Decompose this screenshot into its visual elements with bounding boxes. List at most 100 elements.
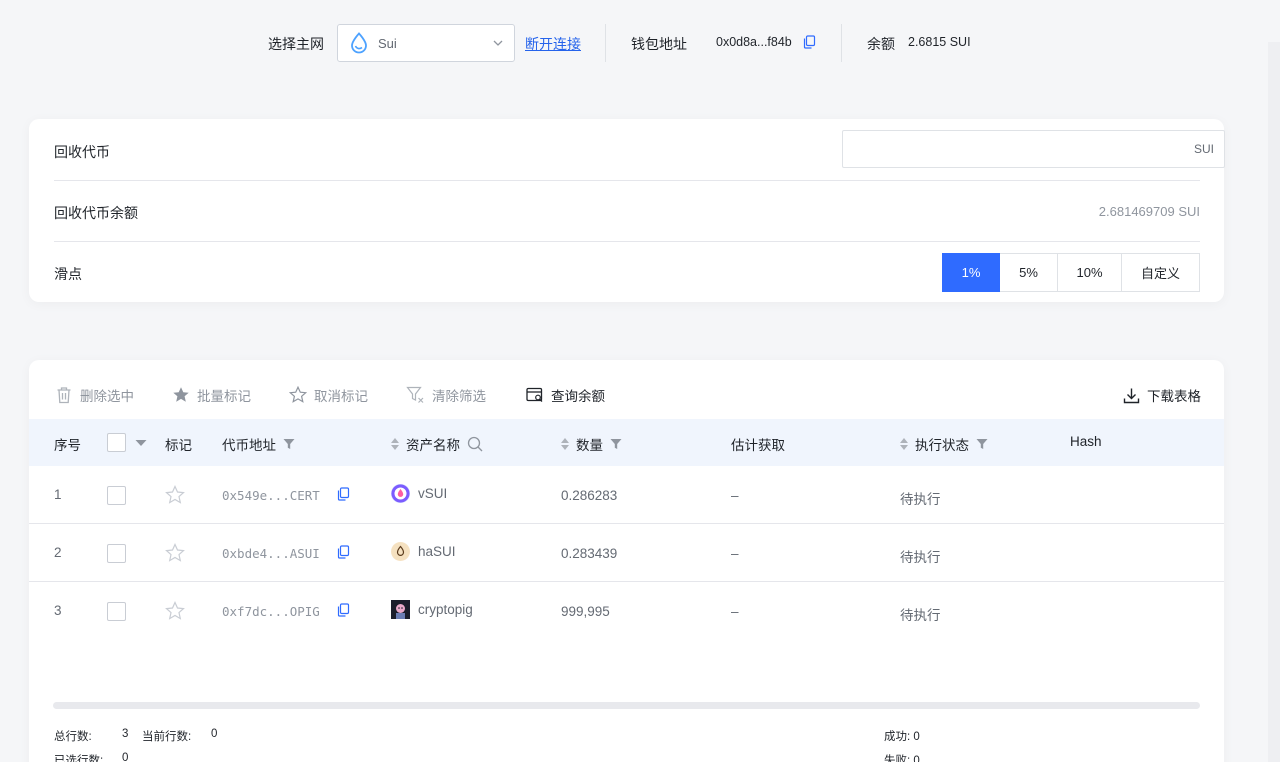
cryptopig-icon [391, 600, 410, 619]
slippage-option-custom[interactable]: 自定义 [1122, 253, 1200, 292]
copy-icon[interactable] [803, 35, 816, 54]
wallet-search-icon [525, 385, 545, 405]
star-outline-icon [288, 385, 308, 405]
caret-down-icon[interactable] [135, 435, 147, 450]
col-index: 序号 [54, 438, 81, 453]
row-checkbox[interactable] [107, 486, 126, 505]
slippage-option-1[interactable]: 1% [942, 253, 1000, 292]
asset-name: haSUI [418, 544, 456, 559]
unmark-label: 取消标记 [314, 389, 368, 404]
query-balance-button[interactable]: 查询余额 [525, 384, 605, 406]
select-all [107, 433, 147, 452]
recycle-token-row: 回收代币 SUI [54, 119, 1225, 181]
disconnect-link[interactable]: 断开连接 [525, 34, 581, 54]
copy-icon[interactable] [337, 487, 350, 506]
divider [605, 24, 606, 62]
amount-input[interactable] [843, 131, 1173, 167]
select-all-checkbox[interactable] [107, 433, 126, 452]
network-select[interactable]: Sui [337, 24, 515, 62]
copy-icon[interactable] [337, 603, 350, 622]
estimate: – [731, 604, 739, 619]
row-index: 3 [54, 603, 62, 618]
search-icon[interactable] [467, 436, 483, 452]
delete-selected-label: 删除选中 [80, 389, 134, 404]
star-outline-icon[interactable] [165, 601, 185, 626]
col-asset[interactable]: 资产名称 [391, 434, 483, 454]
filter-icon[interactable] [283, 438, 295, 450]
filter-icon[interactable] [976, 438, 988, 450]
trash-icon [54, 385, 74, 405]
wallet-address-value: 0x0d8a...f84b [716, 35, 792, 49]
download-icon [1121, 385, 1141, 405]
total-rows-value: 3 [122, 728, 129, 740]
filter-icon[interactable] [610, 438, 622, 450]
hasui-icon [391, 542, 410, 561]
col-hash: Hash [1070, 434, 1102, 449]
vsui-icon [391, 484, 410, 503]
divider [841, 24, 842, 62]
clear-filter-label: 清除筛选 [432, 389, 486, 404]
balance-value: 2.6815 SUI [908, 35, 971, 49]
download-table-button[interactable]: 下载表格 [1121, 384, 1201, 406]
amount: 0.286283 [561, 488, 618, 503]
delete-selected-button[interactable]: 删除选中 [54, 384, 134, 406]
asset-cell: vSUI [391, 484, 447, 503]
current-rows-label: 当前行数: [142, 731, 192, 743]
clear-filter-button[interactable]: 清除筛选 [406, 384, 486, 406]
table-row: 1 0x549e...CERT vSUI 0.286283 – 待执行 [29, 466, 1224, 524]
page-scrollbar-track[interactable] [1268, 42, 1280, 762]
col-estimate: 估计获取 [731, 438, 785, 453]
query-balance-label: 查询余额 [551, 389, 605, 404]
table-row: 2 0xbde4...ASUI haSUI 0.283439 – 待执行 [29, 524, 1224, 582]
status: 待执行 [900, 492, 941, 507]
col-address[interactable]: 代币地址 [222, 434, 295, 454]
amount-field[interactable]: SUI [842, 130, 1225, 168]
unmark-button[interactable]: 取消标记 [288, 384, 368, 406]
recycle-balance-value: 2.681469709 SUI [1098, 204, 1200, 219]
failed-count: 失败: 0 [884, 755, 920, 762]
slippage-label: 滑点 [54, 266, 82, 282]
filter-clear-icon [406, 385, 426, 405]
recycle-token-label: 回收代币 [54, 144, 110, 160]
sort-icon[interactable] [900, 438, 908, 450]
slippage-option-5[interactable]: 5% [1000, 253, 1058, 292]
batch-mark-button[interactable]: 批量标记 [171, 384, 251, 406]
col-mark: 标记 [165, 438, 192, 453]
asset-name: vSUI [418, 486, 448, 501]
sui-drop-icon [348, 31, 370, 55]
token-address: 0xbde4...ASUI [222, 546, 320, 561]
star-outline-icon[interactable] [165, 485, 185, 510]
sort-icon[interactable] [391, 438, 399, 450]
col-amount[interactable]: 数量 [561, 434, 622, 454]
selected-rows-label: 已选行数: [54, 755, 104, 762]
status: 待执行 [900, 608, 941, 623]
row-checkbox[interactable] [107, 602, 126, 621]
selected-rows-value: 0 [122, 752, 129, 762]
recycle-form-card: 回收代币 SUI 回收代币余额 2.681469709 SUI 滑点 1% 5%… [29, 119, 1225, 302]
token-address: 0xf7dc...OPIG [222, 604, 320, 619]
table-header: 序号 标记 代币地址 资产名称 数量 估计获取 执行状态 Hash [29, 419, 1224, 466]
estimate: – [731, 546, 739, 561]
col-status[interactable]: 执行状态 [900, 434, 988, 454]
status: 待执行 [900, 550, 941, 565]
row-checkbox[interactable] [107, 544, 126, 563]
asset-cell: haSUI [391, 542, 456, 561]
slippage-option-10[interactable]: 10% [1058, 253, 1122, 292]
wallet-address-label: 钱包地址 [631, 36, 687, 52]
token-table-card: 删除选中 批量标记 取消标记 清除筛选 查询余额 下载表格 序号 标记 代币地址… [29, 360, 1224, 762]
top-bar: 选择主网 Sui 断开连接 钱包地址 0x0d8a...f84b 余额 2.68… [0, 0, 1280, 86]
token-address: 0x549e...CERT [222, 488, 320, 503]
col-status-label: 执行状态 [915, 438, 969, 453]
horizontal-scrollbar[interactable] [53, 702, 1200, 709]
col-address-label: 代币地址 [222, 438, 276, 453]
star-filled-icon [171, 385, 191, 405]
chevron-down-icon [492, 36, 504, 54]
recycle-balance-label: 回收代币余额 [54, 205, 138, 221]
success-count: 成功: 0 [884, 731, 920, 743]
amount: 999,995 [561, 604, 610, 619]
star-outline-icon[interactable] [165, 543, 185, 568]
amount-unit: SUI [1193, 142, 1214, 156]
table-row: 3 0xf7dc...OPIG cryptopig 999,995 – 待执行 [29, 582, 1224, 640]
copy-icon[interactable] [337, 545, 350, 564]
sort-icon[interactable] [561, 438, 569, 450]
